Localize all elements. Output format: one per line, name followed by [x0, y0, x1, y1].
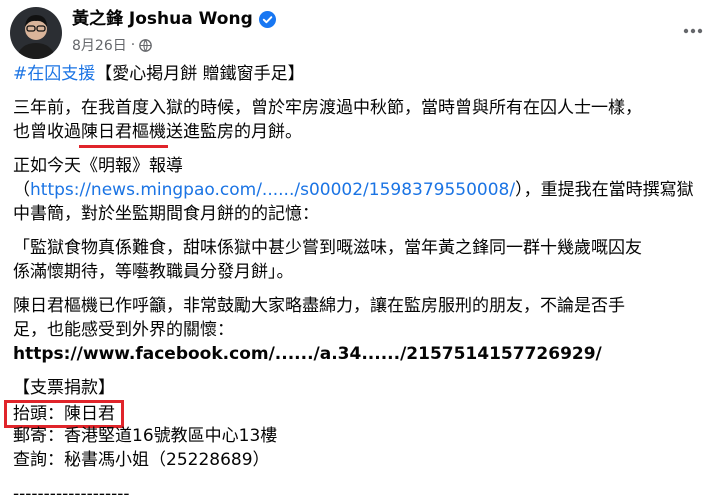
post-date[interactable]: 8月26日 — [72, 35, 127, 55]
mingpao-link[interactable]: https://news.mingpao.com/....../s00002/1… — [30, 180, 515, 200]
paragraph-1-line-1: 三年前，在我首度入獄的時候，曾於牢房渡過中秋節，當時曾與所有在囚人士一樣， — [13, 98, 642, 118]
paragraph-3-line-1: 陳日君樞機已作呼籲，非常鼓勵大家略盡綿力，讓在監房服刑的朋友，不論是否手 — [13, 296, 625, 316]
more-options-icon[interactable] — [680, 18, 706, 44]
paragraph-1-line-2: 也曾收過陳日君樞機送進監房的月餅。 — [13, 120, 713, 148]
paragraph-2-line-2: （https://news.mingpao.com/....../s00002/… — [13, 178, 713, 202]
quote-line-1: 「監獄食物真係難食，甜味係獄中甚少嘗到嘅滋味，當年黃之鋒同一群十幾歲嘅囚友 — [13, 238, 642, 258]
highlighted-name: 陳日君樞機 — [79, 122, 168, 148]
support-heading: 【支票捐款】 — [13, 378, 115, 398]
p2-line2-post: ），重提我在當時撰寫獄 — [515, 180, 694, 200]
hashtag-link[interactable]: #在囚支援 — [13, 64, 95, 84]
facebook-album-link-line: https://www.facebook.com/....../a.34....… — [13, 342, 713, 366]
post-body: #在囚支援【愛心掲月餅 贈鐵窗手足】 三年前，在我首度入獄的時候，曾於牢房渡過中… — [4, 62, 713, 500]
quote-line-2: 係滿懷期待，等囈教職員分發月餅」。 — [13, 262, 294, 282]
verified-badge-icon — [258, 10, 276, 28]
address-line: 郵寄：香港堅道16號教區中心13樓 — [13, 426, 278, 446]
meta-separator: · — [130, 37, 136, 53]
post-title-line: #在囚支援【愛心掲月餅 贈鐵窗手足】 — [13, 62, 713, 86]
post-meta: 8月26日 · — [72, 35, 153, 55]
author-name[interactable]: 黃之鋒 Joshua Wong — [72, 8, 253, 30]
paren-open: （ — [13, 180, 30, 200]
p1-line2-post: 送進監房的月餅。 — [166, 122, 302, 142]
post-title: 【愛心掲月餅 贈鐵窗手足】 — [95, 64, 305, 84]
paragraph-2-line-3: 中書簡，對於坐監期間食月餅的的記憶： — [13, 204, 319, 224]
paragraph-2-line-1: 正如今天《明報》報導 — [13, 156, 183, 176]
payee-line: 抬頭：陳日君 — [4, 400, 713, 428]
enquiry-line: 查詢：秘書馮小姐（25228689） — [13, 450, 270, 470]
author-name-row: 黃之鋒 Joshua Wong — [72, 8, 276, 30]
paragraph-3-line-2: 足，也能感受到外界的關懷： — [13, 320, 234, 340]
facebook-post: 黃之鋒 Joshua Wong 8月26日 · #在囚支援【愛心掲月餅 贈鐵窗手… — [0, 0, 720, 500]
facebook-album-link[interactable]: https://www.facebook.com/....../a.34....… — [13, 344, 602, 364]
p1-line2-pre: 也曾收過 — [13, 122, 81, 142]
globe-icon[interactable] — [139, 38, 153, 52]
divider-line: ------------------- — [13, 484, 130, 500]
author-avatar[interactable] — [10, 7, 62, 59]
